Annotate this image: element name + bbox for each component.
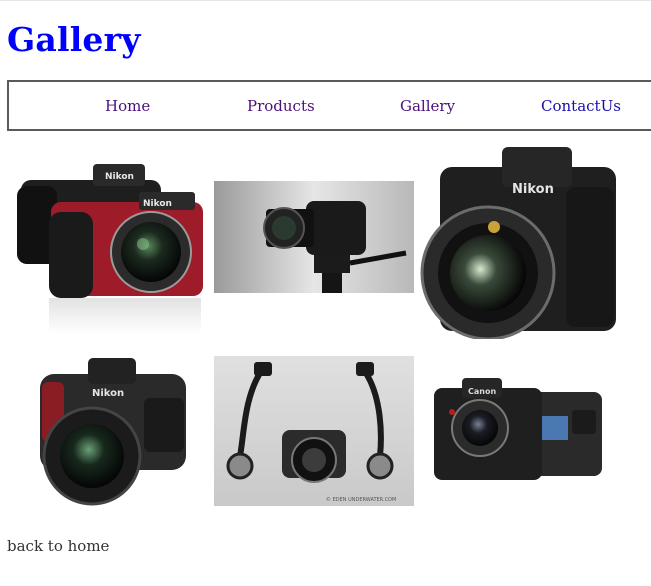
nav-item-home[interactable]: Home xyxy=(105,97,150,115)
gallery-photo-dslr-on-tripod[interactable] xyxy=(214,181,414,293)
camera-image: Nikon xyxy=(40,358,186,506)
svg-text:Nikon: Nikon xyxy=(92,388,124,399)
camera-image: Canon xyxy=(434,378,602,480)
svg-text:Nikon: Nikon xyxy=(143,199,172,209)
svg-text:Nikon: Nikon xyxy=(105,172,134,182)
gallery-photo-pro-nikon[interactable]: Nikon xyxy=(416,143,620,339)
page-title: Gallery xyxy=(7,20,141,59)
camera-image xyxy=(214,181,414,293)
svg-text:Nikon: Nikon xyxy=(512,182,554,197)
gallery-photo-underwater-housing[interactable]: © EDEN UNDERWATER.COM xyxy=(214,356,414,506)
camera-image: Nikon Nikon xyxy=(17,164,203,334)
main-navigation: Home Products Gallery ContactUs xyxy=(7,80,651,131)
nav-item-contactus[interactable]: ContactUs xyxy=(541,97,621,115)
top-divider xyxy=(0,0,651,1)
nav-item-gallery[interactable]: Gallery xyxy=(400,97,455,115)
camera-image: Nikon xyxy=(420,147,616,339)
gallery-photo-two-nikon-cameras[interactable]: Nikon Nikon xyxy=(15,158,207,336)
camera-image: © EDEN UNDERWATER.COM xyxy=(214,356,414,506)
gallery-photo-canon[interactable]: Canon xyxy=(432,376,604,486)
svg-text:© EDEN UNDERWATER.COM: © EDEN UNDERWATER.COM xyxy=(326,496,396,503)
nav-item-products[interactable]: Products xyxy=(247,97,315,115)
back-to-home-link[interactable]: back to home xyxy=(7,537,109,555)
gallery-photo-nikon-zoom[interactable]: Nikon xyxy=(30,352,190,506)
svg-text:Canon: Canon xyxy=(468,387,496,396)
